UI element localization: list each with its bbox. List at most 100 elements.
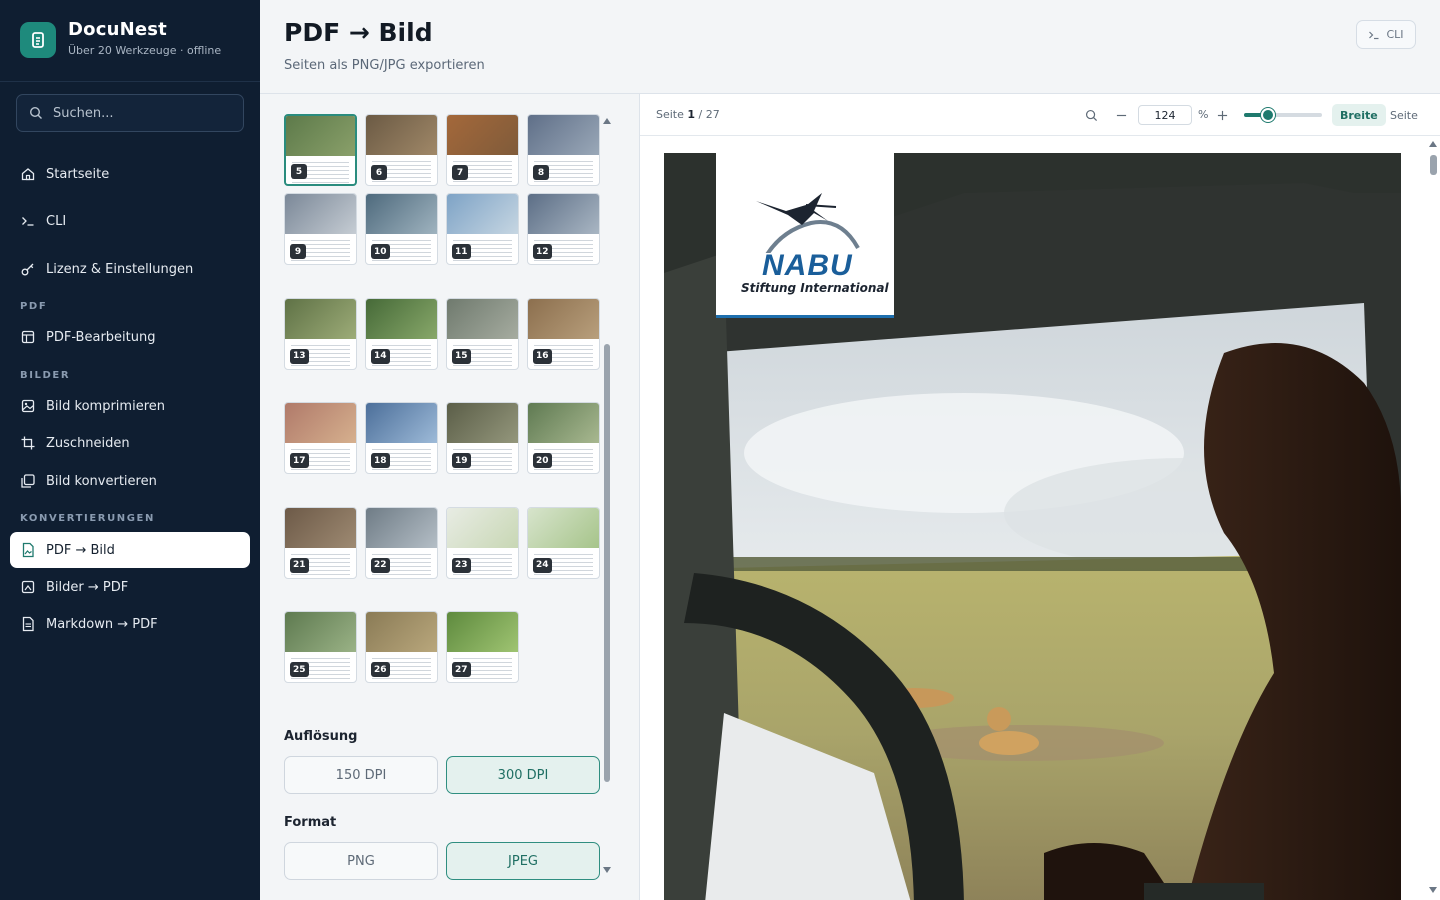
page-thumbnail[interactable]: 23 (446, 506, 519, 579)
thumbnail-page-number: 18 (371, 453, 390, 468)
zoom-input[interactable] (1138, 105, 1192, 125)
page-thumbnail[interactable]: 24 (527, 506, 600, 579)
resolution-150-button[interactable]: 150 DPI (284, 756, 438, 794)
nav-label: Bild konvertieren (46, 473, 157, 489)
page-thumbnail[interactable]: 8 (527, 114, 600, 186)
nav-item-license[interactable]: Lizenz & Einstellungen (10, 251, 250, 287)
search-input[interactable] (53, 105, 233, 121)
nav-item-pdf-to-image[interactable]: PDF → Bild (10, 532, 250, 568)
thumbnail-page-number: 12 (533, 244, 552, 259)
page-thumbnail[interactable]: 12 (527, 193, 600, 265)
page-thumbnail[interactable]: 26 (365, 611, 438, 683)
page-thumbnail[interactable]: 7 (446, 114, 519, 186)
page-thumbnail[interactable]: 27 (446, 611, 519, 683)
page-thumbnail[interactable]: 11 (446, 193, 519, 265)
preview-scroll-down-icon[interactable] (1429, 887, 1437, 893)
page-thumbnail[interactable]: 17 (284, 402, 357, 474)
thumbnail-image (528, 194, 599, 234)
fit-page-button[interactable]: Seite (1382, 104, 1426, 126)
preview-canvas: NABU Stiftung International (640, 137, 1440, 900)
image-convert-icon (21, 474, 35, 488)
zoom-out-icon[interactable] (1113, 107, 1129, 123)
thumbnail-page-number: 9 (290, 244, 306, 259)
nav-item-pdf-edit[interactable]: PDF-Bearbeitung (10, 319, 250, 355)
thumbnail-page-number: 24 (533, 557, 552, 573)
thumbnail-page-number: 21 (290, 557, 309, 573)
thumbnail-page-number: 19 (452, 453, 471, 468)
nav-section-images: BILDER (20, 370, 71, 381)
nav-item-cli[interactable]: CLI (10, 203, 250, 239)
thumbnail-page-number: 16 (533, 348, 552, 364)
page-thumbnail[interactable]: 6 (365, 114, 438, 186)
nav-label: Lizenz & Einstellungen (46, 261, 194, 277)
nav-label: Startseite (46, 166, 110, 182)
thumbnail-image (447, 612, 518, 652)
page-thumbnail[interactable]: 19 (446, 402, 519, 474)
format-jpeg-button[interactable]: JPEG (446, 842, 600, 880)
nav-label: Bild komprimieren (46, 398, 165, 414)
nav-item-images-to-pdf[interactable]: Bilder → PDF (10, 569, 250, 605)
terminal-icon (22, 217, 34, 226)
page-thumbnail[interactable]: 15 (446, 297, 519, 370)
page-thumbnail[interactable]: 25 (284, 611, 357, 683)
nav-label: CLI (46, 213, 67, 229)
nav-item-markdown-to-pdf[interactable]: Markdown → PDF (10, 606, 250, 642)
page-thumbnail[interactable]: 5 (284, 114, 357, 186)
preview-scrollbar[interactable] (1426, 137, 1440, 900)
nav-label: Zuschneiden (46, 435, 130, 451)
thumbnail-page-number: 15 (452, 348, 471, 364)
thumbnail-image (528, 507, 599, 548)
page-thumbnail[interactable]: 16 (527, 297, 600, 370)
preview-scrollbar-thumb[interactable] (1430, 155, 1437, 175)
cli-button[interactable]: CLI (1356, 20, 1416, 49)
nav-item-convert[interactable]: Bild konvertieren (10, 463, 250, 499)
thumbnail-image (447, 507, 518, 548)
total-pages: / 27 (698, 108, 720, 121)
images-pdf-icon (21, 580, 35, 594)
nav-item-home[interactable]: Startseite (10, 156, 250, 192)
page-thumbnail[interactable]: 21 (284, 506, 357, 579)
page-thumbnail[interactable]: 9 (284, 193, 357, 265)
crop-icon (21, 436, 35, 450)
page-thumbnail[interactable]: 14 (365, 297, 438, 370)
key-icon (21, 263, 34, 276)
page-thumbnail[interactable]: 22 (365, 506, 438, 579)
preview-scroll-up-icon[interactable] (1429, 141, 1437, 147)
nav-item-compress[interactable]: Bild komprimieren (10, 388, 250, 424)
thumbnail-page-number: 26 (371, 662, 390, 677)
search-box[interactable] (16, 94, 244, 132)
thumbnail-page-number: 17 (290, 453, 309, 468)
page-preview: NABU Stiftung International (664, 153, 1401, 900)
zoom-in-icon[interactable] (1214, 107, 1230, 123)
file-image-icon (22, 542, 34, 558)
nav-label: Bilder → PDF (46, 579, 129, 595)
thumbnail-scrollbar-thumb[interactable] (604, 344, 610, 782)
format-png-button[interactable]: PNG (284, 842, 438, 880)
thumbnail-image (366, 194, 437, 234)
logo-subtitle: Stiftung International (741, 281, 889, 295)
app-tagline: Über 20 Werkzeuge · offline (68, 44, 222, 57)
zoom-slider-handle[interactable] (1261, 108, 1275, 122)
thumbnail-page-number: 5 (291, 164, 307, 179)
thumbnail-image (285, 298, 356, 339)
terminal-icon (1369, 31, 1379, 39)
nav-item-crop[interactable]: Zuschneiden (10, 425, 250, 461)
nav-label: PDF-Bearbeitung (46, 329, 156, 345)
page-header: PDF → Bild Seiten als PNG/JPG exportiere… (260, 0, 1440, 94)
page-thumbnail[interactable]: 20 (527, 402, 600, 474)
zoom-slider[interactable] (1244, 108, 1322, 122)
file-text-icon (22, 616, 34, 632)
thumbnail-image (528, 403, 599, 443)
page-thumbnail[interactable]: 10 (365, 193, 438, 265)
image-compress-icon (21, 399, 35, 413)
resolution-300-button[interactable]: 300 DPI (446, 756, 600, 794)
scroll-down-arrow-icon[interactable] (603, 867, 611, 873)
zoom-search-icon[interactable] (1083, 107, 1099, 123)
thumbnail-image (447, 115, 518, 155)
page-thumbnail[interactable]: 13 (284, 297, 357, 370)
layout-icon (21, 330, 35, 344)
fit-width-button[interactable]: Breite (1332, 104, 1386, 126)
page-counter-label: Seite (656, 108, 684, 121)
thumbnail-page-number: 13 (290, 348, 309, 364)
page-thumbnail[interactable]: 18 (365, 402, 438, 474)
